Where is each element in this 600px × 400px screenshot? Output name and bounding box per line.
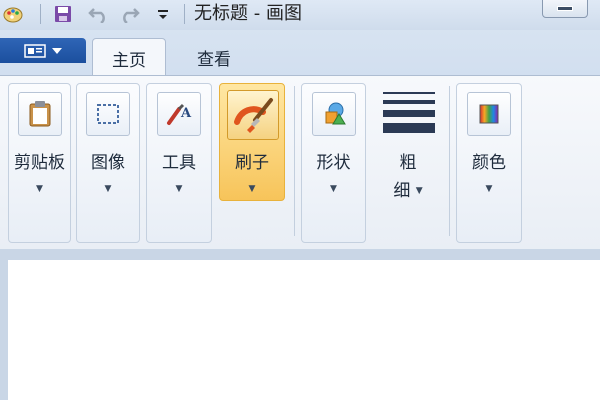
group-shapes[interactable]: 形状 ▼ (301, 83, 366, 243)
group-image[interactable]: 图像 ▼ (76, 83, 140, 243)
group-size-label-line2-wrap: 细 ▼ (373, 176, 443, 201)
ribbon-tab-row (0, 30, 600, 75)
chevron-down-icon: ▼ (485, 184, 493, 194)
ribbon-separator (449, 86, 450, 236)
chevron-down-icon: ▼ (415, 186, 423, 196)
group-tools[interactable]: A 工具 ▼ (146, 83, 212, 243)
group-size-label-line1: 粗 (399, 153, 417, 173)
group-tools-label: 工具 (162, 153, 196, 173)
tab-home[interactable]: 主页 (92, 38, 166, 77)
minimize-button[interactable] (542, 0, 588, 18)
group-size[interactable]: 粗 细 ▼ (372, 83, 444, 243)
chevron-down-icon: ▼ (36, 184, 43, 194)
group-brushes-label: 刷子 (235, 153, 269, 173)
svg-text:A: A (180, 106, 192, 121)
save-icon[interactable] (52, 2, 74, 26)
group-clipboard[interactable]: 剪贴板 ▼ (8, 83, 71, 243)
ribbon-panel: 剪贴板 ▼ 图像 ▼ A 工具 ▼ 刷子 ▼ 形状 ▼ 粗 细 ▼ 颜色 ▼ (0, 75, 600, 250)
chevron-down-icon (52, 47, 62, 54)
group-brushes[interactable]: 刷子 ▼ (219, 83, 285, 201)
image-select-icon (86, 92, 130, 136)
group-image-label: 图像 (91, 153, 125, 173)
group-colors[interactable]: 颜色 ▼ (456, 83, 522, 243)
shapes-icon (312, 92, 356, 136)
brush-icon (227, 90, 279, 140)
clipboard-icon (18, 92, 62, 136)
chevron-down-icon: ▼ (330, 184, 337, 194)
minimize-icon (557, 5, 573, 11)
paint-app-icon[interactable] (2, 2, 24, 26)
undo-icon[interactable] (88, 2, 110, 26)
tools-icon: A (157, 92, 201, 136)
group-clipboard-label: 剪贴板 (14, 153, 65, 173)
chevron-down-icon: ▼ (104, 184, 112, 194)
color-palette-icon (467, 92, 511, 136)
title-separator (184, 4, 185, 24)
file-menu-icon (24, 43, 46, 58)
ribbon-separator (294, 86, 295, 236)
chevron-down-icon: ▼ (248, 184, 256, 194)
group-colors-label: 颜色 (472, 153, 506, 173)
tab-view[interactable]: 查看 (178, 38, 250, 76)
workspace (0, 249, 600, 400)
group-shapes-label: 形状 (316, 153, 351, 173)
customize-quick-access-icon[interactable] (152, 2, 174, 26)
tab-home-label: 主页 (112, 50, 146, 71)
line-size-icon (383, 92, 435, 133)
file-menu-button[interactable] (0, 38, 86, 63)
redo-icon[interactable] (118, 2, 140, 26)
drawing-canvas[interactable] (8, 260, 600, 400)
window-title: 无标题 - 画图 (194, 3, 302, 24)
group-size-label-line2: 细 (393, 181, 411, 201)
title-separator (40, 4, 41, 24)
tab-view-label: 查看 (197, 49, 231, 70)
title-bar: 无标题 - 画图 (0, 0, 600, 30)
chevron-down-icon: ▼ (175, 184, 183, 194)
